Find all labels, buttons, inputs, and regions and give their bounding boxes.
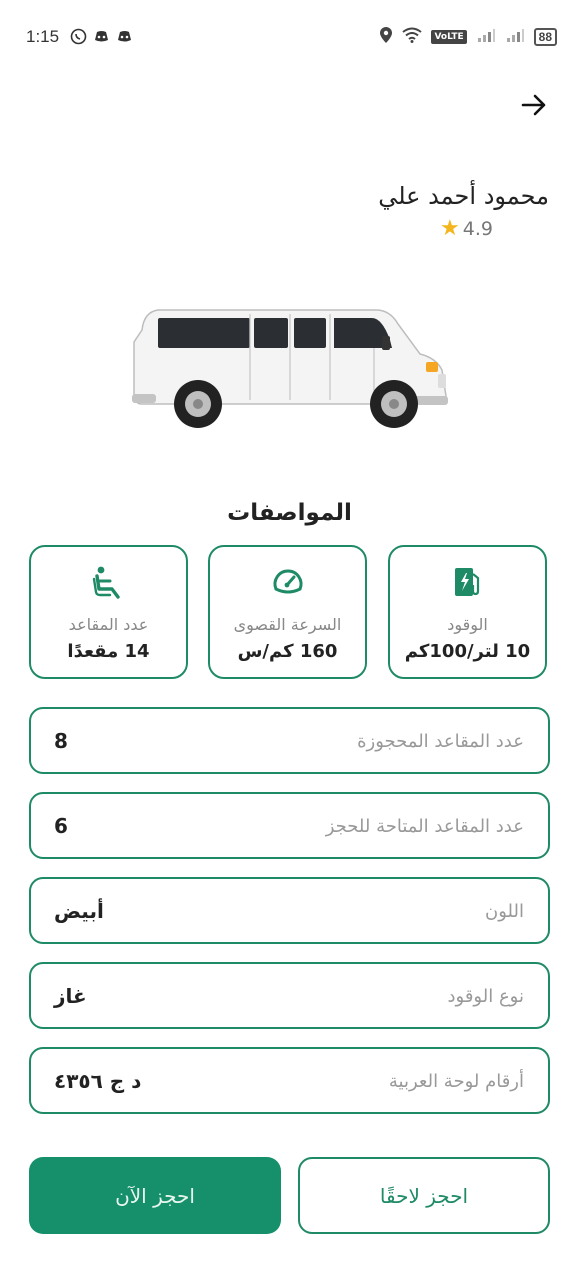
plate-number-field[interactable]: أرقام لوحة العربية د ج ٤٣٥٦ bbox=[29, 1047, 550, 1114]
field-value: د ج ٤٣٥٦ bbox=[54, 1069, 142, 1093]
driver-name: محمود أحمد علي bbox=[378, 182, 549, 210]
spec-label: السرعة القصوى bbox=[233, 615, 342, 634]
discord-icon bbox=[93, 28, 110, 44]
battery-indicator: 88 bbox=[533, 28, 557, 46]
spec-card-speed: السرعة القصوى 160 كم/س bbox=[208, 545, 367, 679]
specs-title: المواصفات bbox=[227, 500, 352, 526]
white-van-image bbox=[128, 300, 452, 432]
spec-card-fuel: الوقود 10 لتر/100كم bbox=[388, 545, 547, 679]
field-label: أرقام لوحة العربية bbox=[388, 1071, 524, 1092]
field-label: نوع الوقود bbox=[447, 986, 524, 1007]
spec-label: الوقود bbox=[447, 615, 488, 634]
notification-icons bbox=[70, 28, 133, 45]
spec-value: 10 لتر/100كم bbox=[404, 641, 531, 662]
whatsapp-icon bbox=[70, 28, 87, 45]
back-button[interactable] bbox=[519, 90, 549, 120]
spec-value: 160 كم/س bbox=[237, 641, 338, 662]
field-value: 8 bbox=[54, 729, 68, 753]
available-seats-field[interactable]: عدد المقاعد المتاحة للحجز 6 bbox=[29, 792, 550, 859]
status-bar: 1:15 VoLTE 88 bbox=[0, 0, 579, 72]
book-later-button[interactable]: احجز لاحقًا bbox=[298, 1157, 550, 1234]
color-field[interactable]: اللون أبيض bbox=[29, 877, 550, 944]
discord-icon bbox=[116, 28, 133, 44]
field-value: أبيض bbox=[54, 899, 104, 923]
signal-icon bbox=[505, 27, 525, 47]
spec-value: 14 مقعدًا bbox=[67, 641, 150, 662]
spec-label: عدد المقاعد bbox=[68, 615, 149, 634]
booked-seats-field[interactable]: عدد المقاعد المحجوزة 8 bbox=[29, 707, 550, 774]
fuel-type-field[interactable]: نوع الوقود غاز bbox=[29, 962, 550, 1029]
volte-badge: VoLTE bbox=[431, 30, 467, 44]
seat-icon bbox=[92, 566, 120, 599]
location-icon bbox=[379, 26, 393, 48]
field-value: 6 bbox=[54, 814, 68, 838]
book-now-button[interactable]: احجز الآن bbox=[29, 1157, 281, 1234]
field-value: غاز bbox=[54, 984, 87, 1008]
spec-card-seats: عدد المقاعد 14 مقعدًا bbox=[29, 545, 188, 679]
wifi-icon bbox=[402, 27, 423, 47]
field-label: عدد المقاعد المحجوزة bbox=[357, 731, 524, 752]
field-label: اللون bbox=[485, 901, 524, 922]
system-status-icons: VoLTE 88 bbox=[379, 26, 557, 48]
speedometer-icon bbox=[273, 569, 302, 594]
driver-rating: ★ 4.9 bbox=[440, 216, 493, 241]
star-icon: ★ bbox=[440, 216, 460, 241]
status-time: 1:15 bbox=[26, 27, 60, 46]
rating-value: 4.9 bbox=[462, 218, 493, 240]
field-label: عدد المقاعد المتاحة للحجز bbox=[325, 816, 524, 837]
arrow-right-icon bbox=[521, 94, 546, 116]
fuel-station-icon bbox=[454, 568, 479, 596]
signal-icon bbox=[476, 27, 496, 47]
